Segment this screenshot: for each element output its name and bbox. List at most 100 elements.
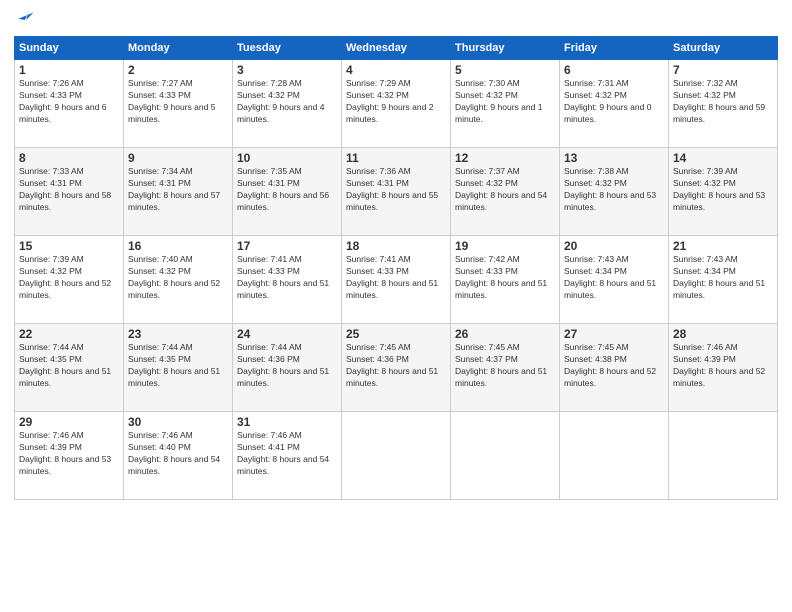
day-number: 26: [455, 327, 555, 341]
day-info: Sunrise: 7:46 AM Sunset: 4:39 PM Dayligh…: [19, 430, 119, 478]
day-number: 14: [673, 151, 773, 165]
calendar-table: SundayMondayTuesdayWednesdayThursdayFrid…: [14, 36, 778, 500]
day-number: 8: [19, 151, 119, 165]
day-cell: 7 Sunrise: 7:32 AM Sunset: 4:32 PM Dayli…: [669, 60, 778, 148]
day-number: 15: [19, 239, 119, 253]
day-info: Sunrise: 7:37 AM Sunset: 4:32 PM Dayligh…: [455, 166, 555, 214]
day-info: Sunrise: 7:45 AM Sunset: 4:38 PM Dayligh…: [564, 342, 664, 390]
day-number: 29: [19, 415, 119, 429]
day-cell: [451, 412, 560, 500]
day-cell: 2 Sunrise: 7:27 AM Sunset: 4:33 PM Dayli…: [124, 60, 233, 148]
day-info: Sunrise: 7:45 AM Sunset: 4:37 PM Dayligh…: [455, 342, 555, 390]
day-cell: 14 Sunrise: 7:39 AM Sunset: 4:32 PM Dayl…: [669, 148, 778, 236]
day-number: 22: [19, 327, 119, 341]
day-number: 18: [346, 239, 446, 253]
day-number: 7: [673, 63, 773, 77]
day-number: 19: [455, 239, 555, 253]
day-number: 25: [346, 327, 446, 341]
page: SundayMondayTuesdayWednesdayThursdayFrid…: [0, 0, 792, 612]
day-cell: 16 Sunrise: 7:40 AM Sunset: 4:32 PM Dayl…: [124, 236, 233, 324]
day-number: 23: [128, 327, 228, 341]
day-info: Sunrise: 7:43 AM Sunset: 4:34 PM Dayligh…: [564, 254, 664, 302]
day-cell: 1 Sunrise: 7:26 AM Sunset: 4:33 PM Dayli…: [15, 60, 124, 148]
day-cell: 20 Sunrise: 7:43 AM Sunset: 4:34 PM Dayl…: [560, 236, 669, 324]
day-info: Sunrise: 7:44 AM Sunset: 4:36 PM Dayligh…: [237, 342, 337, 390]
day-number: 10: [237, 151, 337, 165]
day-info: Sunrise: 7:39 AM Sunset: 4:32 PM Dayligh…: [19, 254, 119, 302]
day-info: Sunrise: 7:36 AM Sunset: 4:31 PM Dayligh…: [346, 166, 446, 214]
day-info: Sunrise: 7:44 AM Sunset: 4:35 PM Dayligh…: [19, 342, 119, 390]
day-number: 12: [455, 151, 555, 165]
day-number: 9: [128, 151, 228, 165]
day-info: Sunrise: 7:30 AM Sunset: 4:32 PM Dayligh…: [455, 78, 555, 126]
day-cell: 5 Sunrise: 7:30 AM Sunset: 4:32 PM Dayli…: [451, 60, 560, 148]
day-cell: 9 Sunrise: 7:34 AM Sunset: 4:31 PM Dayli…: [124, 148, 233, 236]
logo: [14, 10, 38, 30]
day-number: 5: [455, 63, 555, 77]
day-info: Sunrise: 7:28 AM Sunset: 4:32 PM Dayligh…: [237, 78, 337, 126]
day-number: 13: [564, 151, 664, 165]
day-cell: 10 Sunrise: 7:35 AM Sunset: 4:31 PM Dayl…: [233, 148, 342, 236]
col-header-thursday: Thursday: [451, 37, 560, 60]
day-cell: 23 Sunrise: 7:44 AM Sunset: 4:35 PM Dayl…: [124, 324, 233, 412]
col-header-saturday: Saturday: [669, 37, 778, 60]
day-cell: 6 Sunrise: 7:31 AM Sunset: 4:32 PM Dayli…: [560, 60, 669, 148]
day-cell: [669, 412, 778, 500]
day-cell: 29 Sunrise: 7:46 AM Sunset: 4:39 PM Dayl…: [15, 412, 124, 500]
day-info: Sunrise: 7:40 AM Sunset: 4:32 PM Dayligh…: [128, 254, 228, 302]
week-row-5: 29 Sunrise: 7:46 AM Sunset: 4:39 PM Dayl…: [15, 412, 778, 500]
day-info: Sunrise: 7:44 AM Sunset: 4:35 PM Dayligh…: [128, 342, 228, 390]
day-info: Sunrise: 7:46 AM Sunset: 4:41 PM Dayligh…: [237, 430, 337, 478]
day-cell: 12 Sunrise: 7:37 AM Sunset: 4:32 PM Dayl…: [451, 148, 560, 236]
day-number: 17: [237, 239, 337, 253]
day-info: Sunrise: 7:41 AM Sunset: 4:33 PM Dayligh…: [346, 254, 446, 302]
day-info: Sunrise: 7:31 AM Sunset: 4:32 PM Dayligh…: [564, 78, 664, 126]
day-cell: 31 Sunrise: 7:46 AM Sunset: 4:41 PM Dayl…: [233, 412, 342, 500]
calendar-header-row: SundayMondayTuesdayWednesdayThursdayFrid…: [15, 37, 778, 60]
day-number: 4: [346, 63, 446, 77]
day-cell: 8 Sunrise: 7:33 AM Sunset: 4:31 PM Dayli…: [15, 148, 124, 236]
day-cell: 21 Sunrise: 7:43 AM Sunset: 4:34 PM Dayl…: [669, 236, 778, 324]
day-info: Sunrise: 7:35 AM Sunset: 4:31 PM Dayligh…: [237, 166, 337, 214]
day-info: Sunrise: 7:41 AM Sunset: 4:33 PM Dayligh…: [237, 254, 337, 302]
day-cell: [560, 412, 669, 500]
day-number: 21: [673, 239, 773, 253]
day-cell: 15 Sunrise: 7:39 AM Sunset: 4:32 PM Dayl…: [15, 236, 124, 324]
day-number: 1: [19, 63, 119, 77]
week-row-1: 1 Sunrise: 7:26 AM Sunset: 4:33 PM Dayli…: [15, 60, 778, 148]
col-header-tuesday: Tuesday: [233, 37, 342, 60]
day-number: 16: [128, 239, 228, 253]
day-number: 24: [237, 327, 337, 341]
col-header-monday: Monday: [124, 37, 233, 60]
day-cell: 22 Sunrise: 7:44 AM Sunset: 4:35 PM Dayl…: [15, 324, 124, 412]
day-number: 11: [346, 151, 446, 165]
col-header-friday: Friday: [560, 37, 669, 60]
day-number: 20: [564, 239, 664, 253]
day-info: Sunrise: 7:39 AM Sunset: 4:32 PM Dayligh…: [673, 166, 773, 214]
day-cell: 4 Sunrise: 7:29 AM Sunset: 4:32 PM Dayli…: [342, 60, 451, 148]
week-row-2: 8 Sunrise: 7:33 AM Sunset: 4:31 PM Dayli…: [15, 148, 778, 236]
day-number: 27: [564, 327, 664, 341]
day-info: Sunrise: 7:38 AM Sunset: 4:32 PM Dayligh…: [564, 166, 664, 214]
day-info: Sunrise: 7:46 AM Sunset: 4:40 PM Dayligh…: [128, 430, 228, 478]
day-info: Sunrise: 7:33 AM Sunset: 4:31 PM Dayligh…: [19, 166, 119, 214]
day-cell: 3 Sunrise: 7:28 AM Sunset: 4:32 PM Dayli…: [233, 60, 342, 148]
header: [14, 10, 778, 30]
logo-area: [14, 10, 38, 30]
day-cell: [342, 412, 451, 500]
day-info: Sunrise: 7:27 AM Sunset: 4:33 PM Dayligh…: [128, 78, 228, 126]
day-cell: 26 Sunrise: 7:45 AM Sunset: 4:37 PM Dayl…: [451, 324, 560, 412]
day-info: Sunrise: 7:32 AM Sunset: 4:32 PM Dayligh…: [673, 78, 773, 126]
day-info: Sunrise: 7:26 AM Sunset: 4:33 PM Dayligh…: [19, 78, 119, 126]
day-cell: 19 Sunrise: 7:42 AM Sunset: 4:33 PM Dayl…: [451, 236, 560, 324]
day-number: 6: [564, 63, 664, 77]
day-number: 30: [128, 415, 228, 429]
day-cell: 30 Sunrise: 7:46 AM Sunset: 4:40 PM Dayl…: [124, 412, 233, 500]
day-number: 28: [673, 327, 773, 341]
day-number: 31: [237, 415, 337, 429]
week-row-4: 22 Sunrise: 7:44 AM Sunset: 4:35 PM Dayl…: [15, 324, 778, 412]
col-header-wednesday: Wednesday: [342, 37, 451, 60]
day-number: 2: [128, 63, 228, 77]
day-info: Sunrise: 7:46 AM Sunset: 4:39 PM Dayligh…: [673, 342, 773, 390]
day-cell: 11 Sunrise: 7:36 AM Sunset: 4:31 PM Dayl…: [342, 148, 451, 236]
